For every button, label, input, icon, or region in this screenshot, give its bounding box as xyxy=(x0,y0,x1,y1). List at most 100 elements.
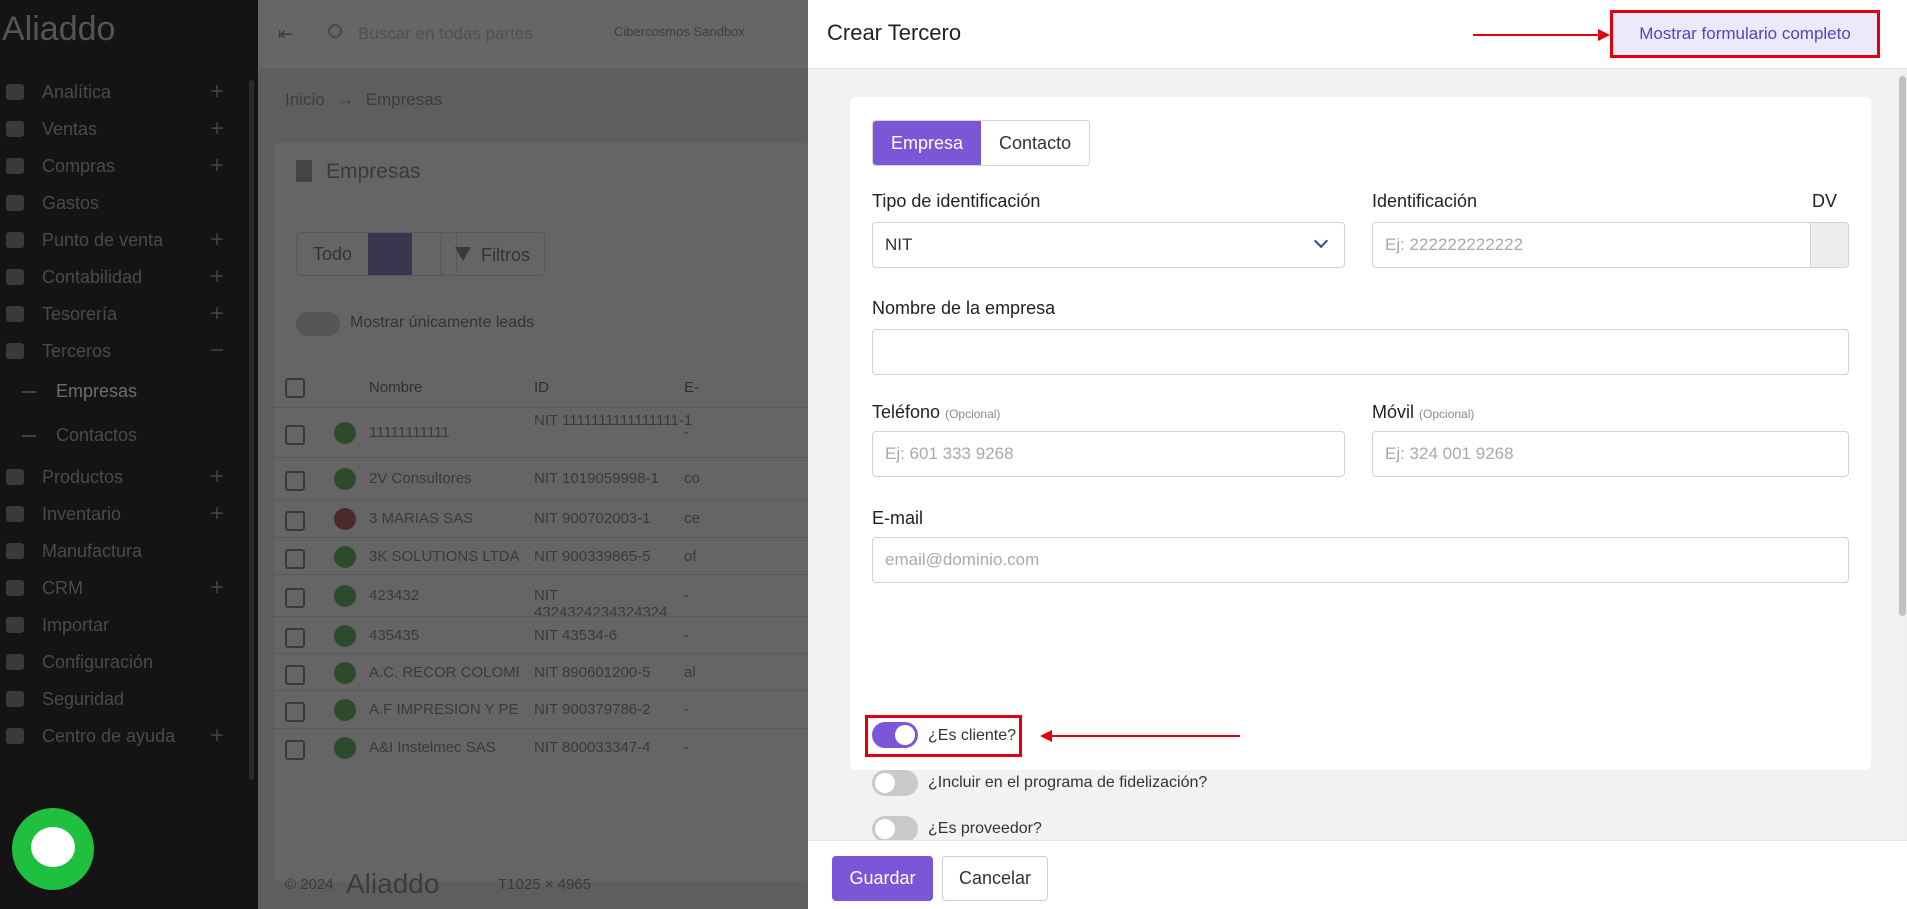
expand-icon[interactable]: + xyxy=(210,300,224,328)
chat-support-button[interactable] xyxy=(12,808,94,890)
sidebar-item-label: Compras xyxy=(42,156,116,176)
row-checkbox[interactable] xyxy=(285,549,305,569)
table-row[interactable]: A.C. RECOR COLOMBIA ... NIT 890601200-5 al xyxy=(274,653,808,690)
filters-button[interactable]: Filtros xyxy=(440,232,545,276)
cancel-button[interactable]: Cancelar xyxy=(942,856,1048,901)
sidebar-item[interactable]: Compras + xyxy=(0,150,250,190)
identification-input[interactable]: Ej: 222222222222 xyxy=(1372,222,1811,268)
tab-empresa[interactable]: Empresa xyxy=(873,121,982,165)
collapse-icon[interactable]: − xyxy=(210,337,224,365)
row-checkbox[interactable] xyxy=(285,665,305,685)
company-email-cell: - xyxy=(684,587,689,604)
sidebar-scrollbar[interactable] xyxy=(249,80,254,780)
company-name-cell[interactable]: A.F IMPRESION Y PERIF... xyxy=(369,701,519,718)
sidebar-item[interactable]: Productos + xyxy=(0,461,250,501)
company-selector[interactable]: Cibercosmos Sandbox xyxy=(614,24,745,39)
table-row[interactable]: 3 MARIAS SAS NIT 900702003-1 ce xyxy=(274,499,808,537)
is-supplier-toggle[interactable] xyxy=(872,816,918,840)
loyalty-program-toggle[interactable] xyxy=(872,770,918,796)
sidebar-item[interactable]: Tesorería + xyxy=(0,298,250,338)
expand-icon[interactable]: + xyxy=(210,722,224,750)
expand-icon[interactable]: + xyxy=(210,574,224,602)
sidebar-item-label: Productos xyxy=(42,467,124,487)
active-status-icon xyxy=(334,468,356,490)
phone-input[interactable]: Ej: 601 333 9268 xyxy=(872,431,1345,477)
company-email-cell: - xyxy=(684,627,689,644)
company-name-cell[interactable]: 2V Consultores xyxy=(369,470,519,487)
view-filter-group: Todo xyxy=(296,232,458,276)
row-checkbox[interactable] xyxy=(285,471,305,491)
sidebar-item[interactable]: Inventario + xyxy=(0,498,250,538)
expand-icon[interactable]: + xyxy=(210,78,224,106)
company-name-cell[interactable]: 423432 xyxy=(369,587,519,604)
company-name-cell[interactable]: A&I Instelmec SAS xyxy=(369,739,519,756)
tab-contacto[interactable]: Contacto xyxy=(981,121,1090,165)
breadcrumb-home[interactable]: Inicio xyxy=(285,90,325,109)
is-client-label: ¿Es cliente? xyxy=(928,727,1017,744)
expand-icon[interactable]: + xyxy=(210,115,224,143)
sidebar-item[interactable]: Manufactura xyxy=(0,535,250,575)
drawer-scrollbar[interactable] xyxy=(1898,70,1907,840)
sidebar-item[interactable]: Centro de ayuda + xyxy=(0,720,250,760)
row-checkbox[interactable] xyxy=(285,702,305,722)
company-name-input[interactable] xyxy=(872,329,1849,375)
collapse-arrow-icon[interactable]: ⇤ xyxy=(278,24,293,45)
sidebar-item[interactable]: Analítica + xyxy=(0,76,250,116)
company-id-cell: NIT 1111111111111111-1 xyxy=(534,412,693,429)
table-row[interactable]: A.F IMPRESION Y PERIF... NIT 900379786-2 - xyxy=(274,690,808,728)
sidebar-item-label: Punto de venta xyxy=(42,230,164,250)
column-header-email[interactable]: E- xyxy=(684,379,699,396)
email-input[interactable]: email@dominio.com xyxy=(872,537,1849,583)
company-name-cell[interactable]: 3 MARIAS SAS xyxy=(369,510,519,527)
filter-companies-button[interactable] xyxy=(368,233,413,275)
row-checkbox[interactable] xyxy=(285,511,305,531)
expand-icon[interactable]: + xyxy=(210,152,224,180)
select-all-checkbox[interactable] xyxy=(285,378,305,398)
table-row[interactable]: 3K SOLUTIONS LTDA NIT 900339865-5 of xyxy=(274,537,808,574)
expand-icon[interactable]: + xyxy=(210,226,224,254)
sidebar-item[interactable]: Gastos xyxy=(0,187,250,227)
email-label: E-mail xyxy=(872,508,924,528)
is-supplier-label: ¿Es proveedor? xyxy=(928,820,1042,837)
column-header-name[interactable]: Nombre xyxy=(369,379,422,396)
sidebar-item-label: Inventario xyxy=(42,504,122,524)
save-button[interactable]: Guardar xyxy=(832,856,933,901)
sidebar-item[interactable]: Contabilidad + xyxy=(0,261,250,301)
sidebar-shield-icon xyxy=(6,691,24,707)
global-search-input[interactable]: Buscar en todas partes xyxy=(358,24,533,44)
row-checkbox[interactable] xyxy=(285,628,305,648)
table-row[interactable]: A&I Instelmec SAS NIT 800033347-4 - xyxy=(274,728,808,765)
sidebar-item[interactable]: Seguridad xyxy=(0,683,250,723)
sidebar-item[interactable]: CRM + xyxy=(0,572,250,612)
table-row[interactable]: 11111111111 NIT 1111111111111111-1- xyxy=(274,407,808,457)
scrollbar-thumb[interactable] xyxy=(1899,76,1906,616)
is-client-toggle[interactable] xyxy=(872,722,918,748)
expand-icon[interactable]: + xyxy=(210,263,224,291)
table-row[interactable]: 435435 NIT 43534-6 - xyxy=(274,616,808,653)
filter-all-button[interactable]: Todo xyxy=(297,233,368,275)
sidebar-item[interactable]: Configuración xyxy=(0,646,250,686)
leads-toggle[interactable] xyxy=(296,312,340,336)
id-type-label: Tipo de identificación xyxy=(872,191,1041,211)
company-name-cell[interactable]: 435435 xyxy=(369,627,519,644)
column-header-id[interactable]: ID xyxy=(534,379,549,396)
sidebar-item[interactable]: Terceros − xyxy=(0,335,250,375)
sidebar-item[interactable]: Punto de venta + xyxy=(0,224,250,264)
mobile-input[interactable]: Ej: 324 001 9268 xyxy=(1372,431,1849,477)
company-name-cell[interactable]: A.C. RECOR COLOMBIA ... xyxy=(369,664,519,681)
sidebar-upload-icon xyxy=(6,617,24,633)
row-checkbox[interactable] xyxy=(285,740,305,760)
row-checkbox[interactable] xyxy=(285,425,305,445)
company-name-cell[interactable]: 11111111111 xyxy=(369,424,519,441)
expand-icon[interactable]: + xyxy=(210,463,224,491)
row-checkbox[interactable] xyxy=(285,588,305,608)
expand-icon[interactable]: + xyxy=(210,500,224,528)
table-row[interactable]: 2V Consultores NIT 1019059998-1 co xyxy=(274,457,808,499)
sidebar-item[interactable]: Importar xyxy=(0,609,250,649)
table-row[interactable]: 423432 NIT 4324324234324324- xyxy=(274,574,808,621)
company-name-cell[interactable]: 3K SOLUTIONS LTDA xyxy=(369,548,519,565)
sidebar-item-label: Importar xyxy=(42,615,110,635)
id-type-select[interactable]: NIT xyxy=(872,222,1345,268)
show-full-form-button[interactable]: Mostrar formulario completo xyxy=(1610,10,1880,58)
sidebar-item[interactable]: Ventas + xyxy=(0,113,250,153)
